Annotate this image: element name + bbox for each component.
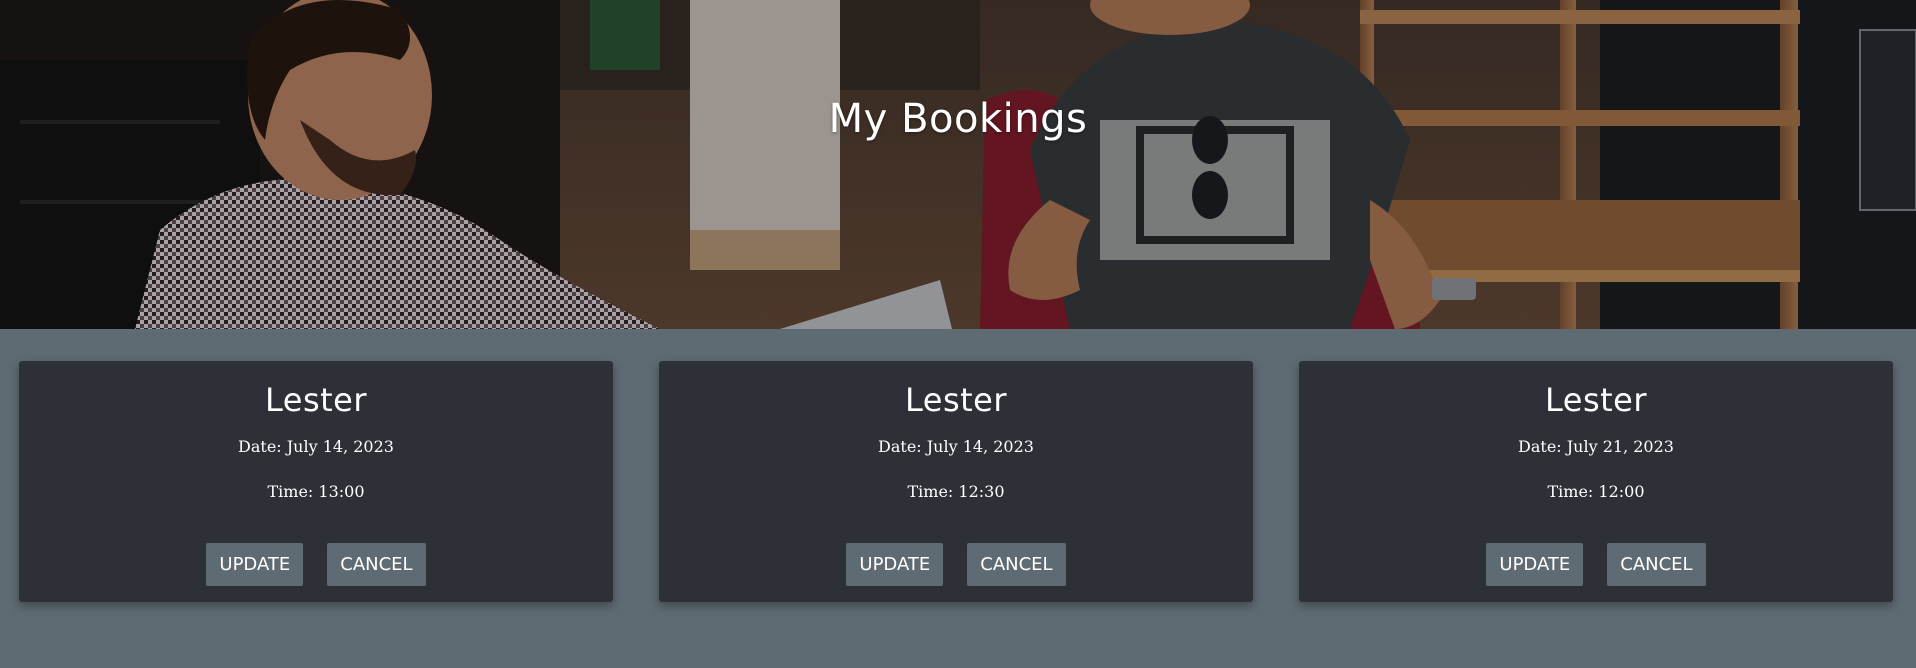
booking-actions: UPDATE CANCEL <box>659 543 1253 586</box>
booking-date: Date: July 21, 2023 <box>1518 437 1674 456</box>
booking-name: Lester <box>1544 381 1647 419</box>
update-button[interactable]: UPDATE <box>846 543 944 586</box>
update-button[interactable]: UPDATE <box>206 543 304 586</box>
hero-banner: My Bookings <box>0 0 1916 329</box>
booking-card: Lester Date: July 21, 2023 Time: 12:00 U… <box>1299 361 1893 602</box>
update-button[interactable]: UPDATE <box>1486 543 1584 586</box>
cancel-button[interactable]: CANCEL <box>327 543 426 586</box>
page-title: My Bookings <box>828 96 1088 142</box>
booking-time: Time: 12:30 <box>907 482 1005 501</box>
booking-card: Lester Date: July 14, 2023 Time: 12:30 U… <box>659 361 1253 602</box>
booking-date: Date: July 14, 2023 <box>878 437 1034 456</box>
cancel-button[interactable]: CANCEL <box>967 543 1066 586</box>
booking-date: Date: July 14, 2023 <box>238 437 394 456</box>
booking-card: Lester Date: July 14, 2023 Time: 13:00 U… <box>19 361 613 602</box>
booking-actions: UPDATE CANCEL <box>1299 543 1893 586</box>
booking-name: Lester <box>904 381 1007 419</box>
hero-overlay <box>0 0 1916 329</box>
booking-name: Lester <box>264 381 367 419</box>
booking-time: Time: 13:00 <box>267 482 365 501</box>
cancel-button[interactable]: CANCEL <box>1607 543 1706 586</box>
booking-actions: UPDATE CANCEL <box>19 543 613 586</box>
booking-time: Time: 12:00 <box>1547 482 1645 501</box>
bookings-list: Lester Date: July 14, 2023 Time: 13:00 U… <box>19 361 1893 602</box>
